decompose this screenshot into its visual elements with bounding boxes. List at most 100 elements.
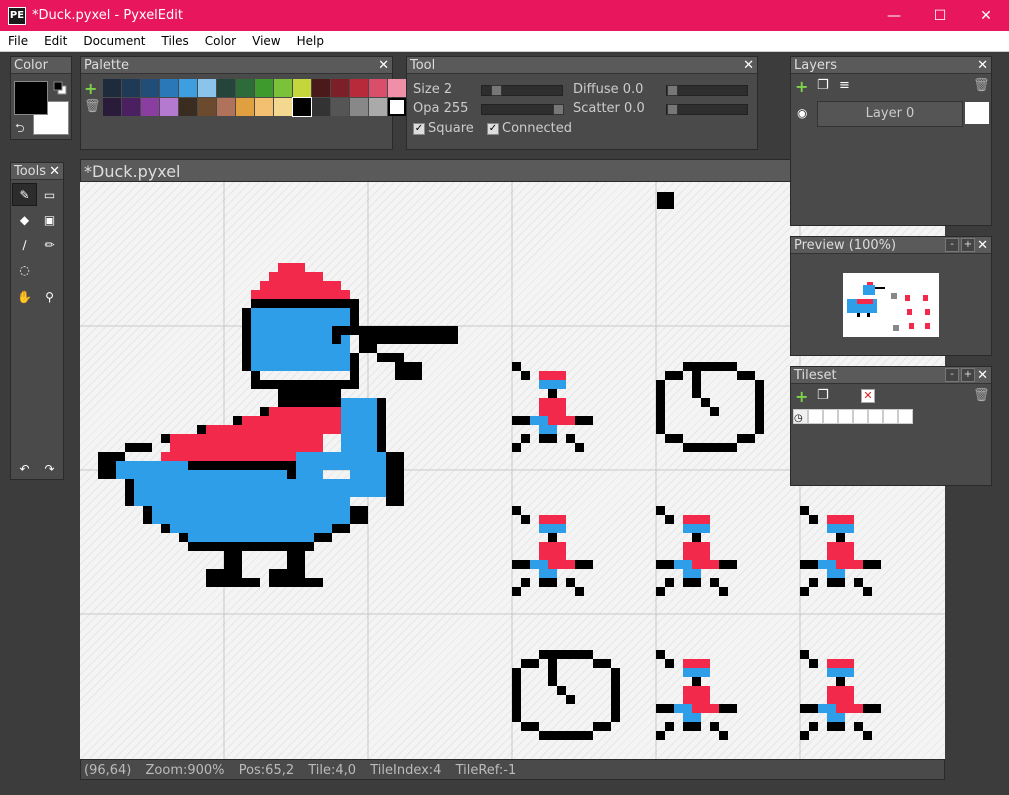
palette-swatch[interactable]: [369, 98, 387, 116]
preview-zoom-in-button[interactable]: +: [961, 238, 975, 252]
close-button[interactable]: ✕: [963, 0, 1009, 31]
add-layer-icon[interactable]: +: [795, 77, 808, 96]
palette-swatch[interactable]: [160, 79, 178, 97]
tileset-zoom-in-button[interactable]: +: [961, 368, 975, 382]
palette-swatch[interactable]: [217, 98, 235, 116]
tileset-tile[interactable]: [868, 409, 883, 424]
palette-swatch[interactable]: [388, 79, 406, 97]
menu-document[interactable]: Document: [75, 34, 153, 48]
undo-button[interactable]: ↶: [12, 457, 37, 480]
palette-swatch[interactable]: [350, 98, 368, 116]
pencil-tool[interactable]: ✎: [12, 183, 37, 206]
opacity-slider[interactable]: [481, 104, 564, 115]
palette-swatch[interactable]: [141, 98, 159, 116]
palette-swatch[interactable]: [292, 97, 312, 117]
eye-icon[interactable]: ◉: [797, 106, 807, 120]
tile-brush-tool[interactable]: ▣: [37, 208, 62, 231]
palette-swatch[interactable]: [103, 79, 121, 97]
delete-layer-icon[interactable]: 🗑: [973, 78, 990, 93]
hand-tool[interactable]: ✋: [12, 285, 37, 308]
palette-swatch[interactable]: [122, 79, 140, 97]
palette-swatch[interactable]: [141, 79, 159, 97]
tileset-close-icon[interactable]: ✕: [977, 367, 988, 384]
palette-swatch[interactable]: [255, 98, 273, 116]
zoom-tool[interactable]: ⚲: [37, 285, 62, 308]
delete-color-icon[interactable]: 🗑: [84, 99, 101, 114]
menu-color[interactable]: Color: [197, 34, 244, 48]
palette-close-icon[interactable]: ✕: [378, 57, 389, 74]
menu-file[interactable]: File: [0, 34, 36, 48]
square-checkbox[interactable]: ✓: [413, 122, 425, 135]
diffuse-slider[interactable]: [666, 85, 748, 96]
add-tile-icon[interactable]: +: [795, 387, 808, 406]
diffuse-slider-thumb[interactable]: [667, 85, 678, 96]
reset-colors-icon[interactable]: [53, 81, 67, 95]
tool-close-icon[interactable]: ✕: [743, 57, 754, 74]
preview-close-icon[interactable]: ✕: [977, 237, 988, 254]
swap-colors-icon[interactable]: ⮌: [15, 119, 25, 140]
palette-swatch[interactable]: [312, 98, 330, 116]
tileset-tile[interactable]: [838, 409, 853, 424]
scatter-slider-thumb[interactable]: [667, 104, 678, 115]
delete-tile-icon[interactable]: ✕: [861, 389, 875, 403]
connected-checkbox[interactable]: ✓: [487, 122, 499, 135]
minimize-button[interactable]: —: [871, 0, 917, 31]
redo-button[interactable]: ↷: [37, 457, 62, 480]
menu-edit[interactable]: Edit: [36, 34, 75, 48]
palette-swatch[interactable]: [331, 79, 349, 97]
trash-tile-icon[interactable]: 🗑: [973, 388, 990, 403]
palette-swatch[interactable]: [369, 79, 387, 97]
connected-option[interactable]: ✓ Connected: [487, 121, 572, 136]
tileset-tile[interactable]: [823, 409, 838, 424]
preview-zoom-out-button[interactable]: -: [945, 238, 959, 252]
scatter-slider[interactable]: [666, 104, 748, 115]
palette-swatch[interactable]: [198, 79, 216, 97]
palette-swatch[interactable]: [388, 98, 406, 116]
tileset-zoom-out-button[interactable]: -: [945, 368, 959, 382]
tools-close-icon[interactable]: ✕: [49, 163, 60, 180]
palette-swatch[interactable]: [198, 98, 216, 116]
layer-name[interactable]: Layer 0: [817, 101, 963, 127]
duplicate-layer-icon[interactable]: ❐: [817, 78, 829, 93]
duplicate-tile-icon[interactable]: ❐: [817, 388, 829, 403]
menu-view[interactable]: View: [244, 34, 288, 48]
menu-help[interactable]: Help: [289, 34, 332, 48]
square-option[interactable]: ✓ Square: [413, 121, 474, 136]
palette-swatch[interactable]: [103, 98, 121, 116]
palette-swatch[interactable]: [331, 98, 349, 116]
fill-tool[interactable]: ◆: [12, 208, 37, 231]
eraser-tool[interactable]: ▭: [37, 183, 62, 206]
layer-row[interactable]: ◉ Layer 0: [791, 101, 991, 127]
palette-swatch[interactable]: [236, 98, 254, 116]
palette-swatch[interactable]: [255, 79, 273, 97]
maximize-button[interactable]: ☐: [917, 0, 963, 31]
palette-swatch[interactable]: [236, 79, 254, 97]
palette-swatch[interactable]: [179, 98, 197, 116]
size-slider[interactable]: [481, 85, 563, 96]
palette-swatch[interactable]: [274, 98, 292, 116]
tileset-tile[interactable]: [853, 409, 868, 424]
merge-layer-icon[interactable]: ≡: [839, 78, 850, 93]
foreground-color-swatch[interactable]: [14, 81, 48, 115]
tileset-tile[interactable]: ◷: [793, 409, 808, 424]
pen-tool[interactable]: ✏: [37, 233, 62, 256]
tileset-tile[interactable]: [883, 409, 898, 424]
eyedropper-icon: ∕: [22, 237, 27, 252]
palette-swatch[interactable]: [179, 79, 197, 97]
select-tool[interactable]: ◌: [12, 258, 37, 281]
palette-swatch[interactable]: [122, 98, 140, 116]
add-color-icon[interactable]: +: [84, 79, 97, 98]
palette-swatch[interactable]: [312, 79, 330, 97]
palette-swatch[interactable]: [160, 98, 178, 116]
layers-close-icon[interactable]: ✕: [977, 57, 988, 74]
tileset-tile[interactable]: [898, 409, 913, 424]
palette-swatch[interactable]: [350, 79, 368, 97]
menu-tiles[interactable]: Tiles: [154, 34, 197, 48]
palette-swatch[interactable]: [217, 79, 235, 97]
color-picker-tool[interactable]: ∕: [12, 233, 37, 256]
tileset-tile[interactable]: [808, 409, 823, 424]
palette-swatch[interactable]: [293, 79, 311, 97]
size-slider-thumb[interactable]: [491, 85, 502, 96]
opacity-slider-thumb[interactable]: [553, 104, 564, 115]
palette-swatch[interactable]: [274, 79, 292, 97]
